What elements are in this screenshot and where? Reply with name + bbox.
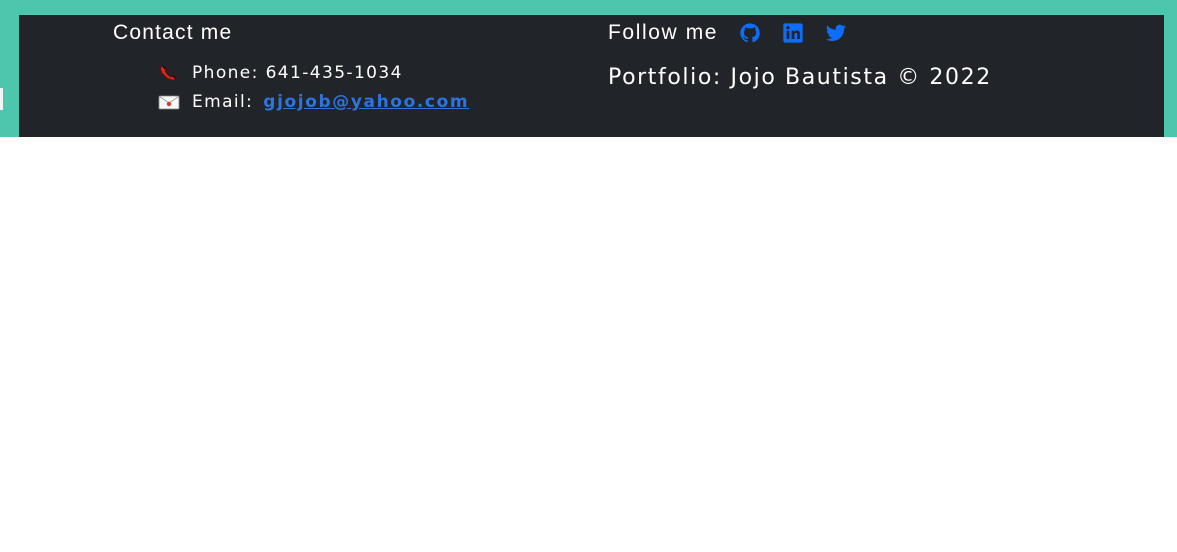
github-icon[interactable] bbox=[739, 22, 761, 44]
email-row: Email: gjojob@yahoo.com bbox=[158, 92, 469, 112]
contact-heading: Contact me bbox=[113, 21, 233, 44]
linkedin-icon[interactable] bbox=[782, 22, 804, 44]
footer: Contact me Phone: 641-435-1034 Email: gj… bbox=[19, 15, 1164, 137]
copyright-text: Portfolio: Jojo Bautista © 2022 bbox=[608, 65, 992, 90]
telephone-icon bbox=[158, 64, 180, 82]
email-link[interactable]: gjojob@yahoo.com bbox=[263, 92, 469, 112]
email-label: Email: bbox=[192, 92, 254, 112]
follow-heading: Follow me bbox=[608, 21, 719, 44]
twitter-icon[interactable] bbox=[825, 22, 847, 44]
envelope-icon bbox=[158, 93, 180, 111]
edge-mark bbox=[0, 88, 3, 110]
phone-text: Phone: 641-435-1034 bbox=[192, 63, 403, 83]
phone-row: Phone: 641-435-1034 bbox=[158, 63, 403, 83]
follow-row: Follow me bbox=[608, 21, 847, 45]
